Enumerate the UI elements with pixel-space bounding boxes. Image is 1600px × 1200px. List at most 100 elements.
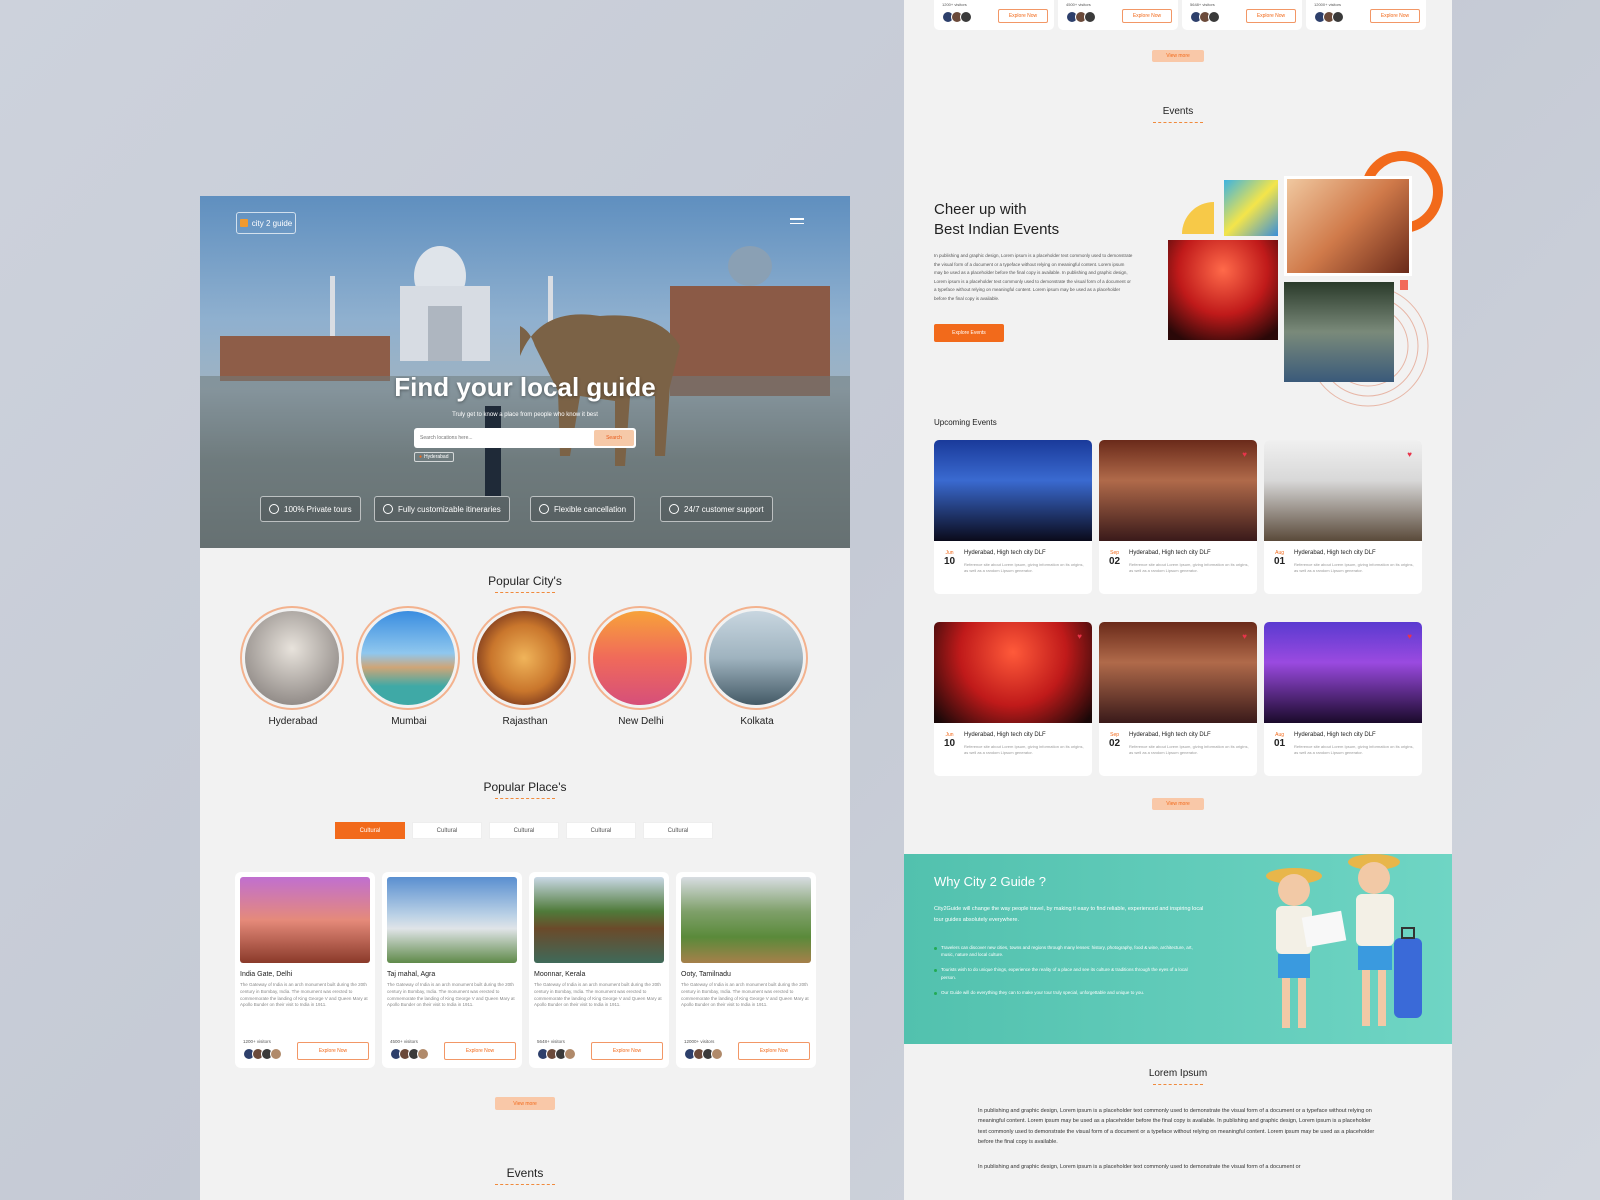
- place-card: Moonnar, Kerala The Gateway of India is …: [529, 872, 669, 1068]
- visitor-avatars: [942, 11, 972, 23]
- place-title: India Gate, Delhi: [240, 971, 293, 978]
- visitor-count: 5648+ visitors: [537, 1039, 565, 1044]
- event-description: Reference site about Lorem Ipsum, giving…: [964, 744, 1084, 755]
- explore-now-button[interactable]: Explore Now: [297, 1042, 369, 1060]
- event-card[interactable]: Jun 10 Hyderabad, High tech city DLF Refe…: [934, 440, 1092, 594]
- explore-now-button[interactable]: Explore Now: [1122, 9, 1172, 23]
- event-title: Hyderabad, High tech city DLF: [1129, 732, 1211, 738]
- search-input[interactable]: [420, 432, 584, 444]
- event-image: [934, 440, 1092, 541]
- event-day: 10: [944, 738, 956, 749]
- place-title: Taj mahal, Agra: [387, 971, 436, 978]
- event-description: Reference site about Lorem Ipsum, giving…: [1129, 744, 1249, 755]
- event-day: 02: [1109, 738, 1121, 749]
- site-logo[interactable]: city 2 guide: [236, 212, 296, 234]
- place-image: [534, 877, 664, 963]
- event-title: Hyderabad, High tech city DLF: [964, 732, 1046, 738]
- support-icon: [669, 504, 679, 514]
- tab-cultural[interactable]: Cultural: [489, 822, 559, 839]
- explore-now-button[interactable]: Explore Now: [738, 1042, 810, 1060]
- city-rajasthan[interactable]: Rajasthan: [472, 606, 578, 727]
- tab-cultural[interactable]: Cultural: [566, 822, 636, 839]
- event-image: [1168, 240, 1278, 340]
- search-button[interactable]: Search: [594, 430, 634, 446]
- visitor-avatars: [1066, 11, 1096, 23]
- visitor-count: 1200+ visitors: [243, 1039, 271, 1044]
- event-day: 01: [1274, 556, 1286, 567]
- city-name: New Delhi: [618, 716, 664, 727]
- search-bar: Search: [414, 428, 636, 448]
- homepage-left-panel: city 2 guide Find your local guide Truly…: [200, 196, 850, 1200]
- event-description: Reference site about Lorem Ipsum, giving…: [1294, 562, 1414, 573]
- city-mumbai[interactable]: Mumbai: [356, 606, 462, 727]
- event-title: Hyderabad, High tech city DLF: [1294, 550, 1376, 556]
- tab-cultural[interactable]: Cultural: [643, 822, 713, 839]
- feature-itineraries: Fully customizable itineraries: [374, 496, 510, 522]
- why-city2guide-section: Why City 2 Guide ? City2Guide will chang…: [904, 854, 1452, 1044]
- event-image: [1264, 622, 1422, 723]
- place-card: 4500+ visitors Explore Now: [1058, 0, 1178, 30]
- event-card[interactable]: ♥ Sep 02 Hyderabad, High tech city DLF Re…: [1099, 622, 1257, 776]
- user-icon: [383, 504, 393, 514]
- place-card: 5648+ visitors Explore Now: [1182, 0, 1302, 30]
- visitor-count: 4500+ visitors: [390, 1039, 418, 1044]
- cheer-title-line: Best Indian Events: [934, 221, 1060, 238]
- event-image: [1099, 622, 1257, 723]
- city-name: Kolkata: [740, 716, 774, 727]
- location-chip-label: Hyderabad: [424, 454, 449, 460]
- explore-events-button[interactable]: Explore Events: [934, 324, 1004, 342]
- feature-private-tours: 100% Private tours: [260, 496, 361, 522]
- cheer-heading: Cheer up with Best Indian Events: [934, 200, 1059, 240]
- event-date: Jun 10: [944, 732, 955, 749]
- city-new-delhi[interactable]: New Delhi: [588, 606, 694, 727]
- view-more-button[interactable]: View more: [495, 1097, 555, 1110]
- event-card[interactable]: ♥ Jun 10 Hyderabad, High tech city DLF Re…: [934, 622, 1092, 776]
- cheer-title-line: Cheer up with: [934, 201, 1027, 218]
- visitor-count: 4500+ visitors: [1066, 2, 1091, 7]
- why-title: Why City 2 Guide ?: [934, 874, 1046, 889]
- city-kolkata[interactable]: Kolkata: [704, 606, 810, 727]
- homepage-right-panel: 1200+ visitors Explore Now 4500+ visitor…: [904, 0, 1452, 1200]
- place-description: The Gateway of India is an arch monument…: [534, 982, 662, 1008]
- tab-cultural[interactable]: Cultural: [335, 822, 405, 839]
- explore-now-button[interactable]: Explore Now: [1246, 9, 1296, 23]
- city-name: Mumbai: [391, 716, 427, 727]
- event-card[interactable]: ♥ Aug 01 Hyderabad, High tech city DLF Re…: [1264, 440, 1422, 594]
- heart-icon[interactable]: ♥: [1407, 632, 1412, 641]
- title-underline: [1153, 122, 1203, 123]
- event-card[interactable]: ♥ Aug 01 Hyderabad, High tech city DLF Re…: [1264, 622, 1422, 776]
- event-day: 10: [944, 556, 956, 567]
- heart-icon[interactable]: ♥: [1242, 450, 1247, 459]
- logo-icon: [239, 219, 248, 227]
- tab-cultural[interactable]: Cultural: [412, 822, 482, 839]
- event-date: Aug 01: [1274, 550, 1285, 567]
- heart-icon[interactable]: ♥: [1077, 632, 1082, 641]
- location-chip[interactable]: ● Hyderabad: [414, 452, 454, 462]
- hamburger-menu-icon[interactable]: [790, 218, 804, 227]
- city-hyderabad[interactable]: Hyderabad: [240, 606, 346, 727]
- explore-now-button[interactable]: Explore Now: [444, 1042, 516, 1060]
- explore-now-button[interactable]: Explore Now: [591, 1042, 663, 1060]
- view-more-button[interactable]: View more: [1152, 50, 1204, 62]
- event-card[interactable]: ♥ Sep 02 Hyderabad, High tech city DLF Re…: [1099, 440, 1257, 594]
- hero-banner: city 2 guide Find your local guide Truly…: [200, 196, 850, 548]
- view-more-button[interactable]: View more: [1152, 798, 1204, 810]
- explore-now-button[interactable]: Explore Now: [1370, 9, 1420, 23]
- heart-icon[interactable]: ♥: [1242, 632, 1247, 641]
- event-image: [1284, 282, 1394, 382]
- heart-icon[interactable]: ♥: [1407, 450, 1412, 459]
- lorem-title: Lorem Ipsum: [1148, 1068, 1208, 1079]
- visitor-count: 12000+ visitors: [684, 1039, 715, 1044]
- event-description: Reference site about Lorem Ipsum, giving…: [1129, 562, 1249, 573]
- feature-label: Fully customizable itineraries: [398, 504, 501, 514]
- feature-cancellation: Flexible cancellation: [530, 496, 636, 522]
- event-date: Jun 10: [944, 550, 955, 567]
- place-card: Ooty, Tamilnadu The Gateway of India is …: [676, 872, 816, 1068]
- place-card: Taj mahal, Agra The Gateway of India is …: [382, 872, 522, 1068]
- visitor-avatars: [684, 1048, 723, 1060]
- upcoming-events-title: Upcoming Events: [934, 418, 997, 427]
- lorem-paragraph: In publishing and graphic design, Lorem …: [978, 1108, 1375, 1146]
- place-description: The Gateway of India is an arch monument…: [681, 982, 809, 1008]
- events-title: Events: [506, 1166, 544, 1180]
- explore-now-button[interactable]: Explore Now: [998, 9, 1048, 23]
